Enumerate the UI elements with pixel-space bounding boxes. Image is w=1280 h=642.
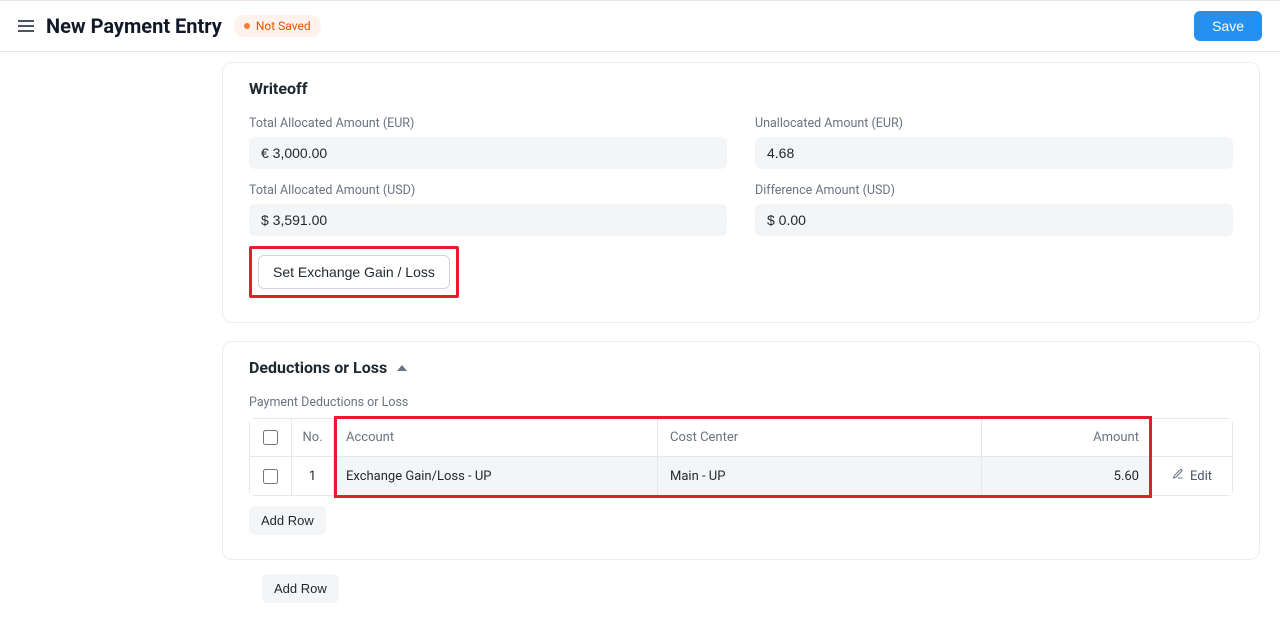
select-all-cell	[250, 419, 292, 457]
row-checkbox[interactable]	[263, 469, 278, 484]
col-cost-center: Cost Center	[658, 419, 982, 457]
deductions-section: Deductions or Loss Payment Deductions or…	[222, 341, 1260, 560]
page-header: New Payment Entry Not Saved Save	[0, 0, 1280, 52]
table-row[interactable]: 1 Exchange Gain/Loss - UP Main - UP 5.60…	[250, 457, 1232, 495]
save-button[interactable]: Save	[1194, 11, 1262, 41]
field-total-allocated-usd: Total Allocated Amount (USD)	[249, 183, 727, 236]
field-label: Total Allocated Amount (EUR)	[249, 116, 727, 131]
total-allocated-usd-input[interactable]	[249, 204, 727, 236]
col-no: No.	[292, 419, 334, 457]
deductions-table: No. Account Cost Center Amount 1 Exchang…	[249, 418, 1233, 496]
deductions-title: Deductions or Loss	[249, 358, 387, 377]
set-exchange-gain-loss-button[interactable]: Set Exchange Gain / Loss	[258, 255, 450, 289]
field-difference-usd: Difference Amount (USD)	[755, 183, 1233, 236]
field-label: Unallocated Amount (EUR)	[755, 116, 1233, 131]
add-row-wrap: Add Row	[249, 506, 1233, 535]
field-total-allocated-eur: Total Allocated Amount (EUR)	[249, 116, 727, 169]
writeoff-title: Writeoff	[249, 79, 1233, 98]
row-no: 1	[292, 457, 334, 495]
exchange-button-highlight: Set Exchange Gain / Loss	[249, 246, 459, 298]
row-select-cell	[250, 457, 292, 495]
status-dot-icon	[244, 23, 250, 29]
total-allocated-eur-input[interactable]	[249, 137, 727, 169]
difference-usd-input[interactable]	[755, 204, 1233, 236]
pencil-icon	[1172, 468, 1184, 484]
header-left: New Payment Entry Not Saved	[18, 14, 321, 38]
status-badge: Not Saved	[234, 15, 321, 37]
table-head: No. Account Cost Center Amount	[250, 419, 1232, 457]
col-amount: Amount	[982, 419, 1152, 457]
col-actions	[1152, 419, 1232, 457]
deductions-table-label: Payment Deductions or Loss	[249, 395, 1233, 410]
deductions-header[interactable]: Deductions or Loss	[249, 358, 1233, 377]
add-row-button[interactable]: Add Row	[249, 506, 326, 535]
menu-icon[interactable]	[18, 16, 34, 36]
col-account: Account	[334, 419, 658, 457]
status-text: Not Saved	[256, 19, 311, 33]
page-body: Writeoff Total Allocated Amount (EUR) Un…	[222, 52, 1280, 603]
writeoff-section: Writeoff Total Allocated Amount (EUR) Un…	[222, 62, 1260, 323]
field-label: Total Allocated Amount (USD)	[249, 183, 727, 198]
row-cost-center[interactable]: Main - UP	[658, 457, 982, 495]
field-label: Difference Amount (USD)	[755, 183, 1233, 198]
chevron-up-icon	[397, 365, 407, 371]
field-unallocated-eur: Unallocated Amount (EUR)	[755, 116, 1233, 169]
select-all-checkbox[interactable]	[263, 430, 278, 445]
page-title: New Payment Entry	[46, 14, 222, 38]
add-row-button-secondary[interactable]: Add Row	[262, 574, 339, 603]
edit-label: Edit	[1190, 469, 1212, 484]
row-actions: Edit	[1152, 457, 1232, 495]
writeoff-grid: Total Allocated Amount (EUR) Unallocated…	[249, 116, 1233, 236]
unallocated-eur-input[interactable]	[755, 137, 1233, 169]
edit-row-button[interactable]: Edit	[1172, 468, 1212, 484]
row-account[interactable]: Exchange Gain/Loss - UP	[334, 457, 658, 495]
row-amount[interactable]: 5.60	[982, 457, 1152, 495]
loose-add-row-wrap: Add Row	[262, 574, 1280, 603]
